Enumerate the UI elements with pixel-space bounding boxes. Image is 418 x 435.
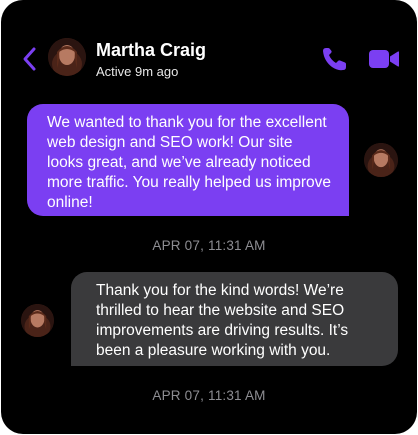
active-status: Active 9m ago <box>96 64 179 79</box>
chat-screen: Martha Craig Active 9m ago We wanted to … <box>1 0 417 434</box>
video-camera-icon <box>369 50 399 68</box>
chevron-left-icon <box>23 47 36 71</box>
avatar <box>364 143 398 177</box>
phone-icon <box>323 48 346 71</box>
video-call-button[interactable] <box>368 48 400 70</box>
outgoing-message-bubble[interactable]: We wanted to thank you for the excellent… <box>27 104 349 216</box>
message-timestamp: APR 07, 11:31 AM <box>152 388 266 403</box>
avatar <box>21 304 54 337</box>
contact-name: Martha Craig <box>96 40 207 60</box>
avatar[interactable] <box>48 38 86 76</box>
call-button[interactable] <box>320 46 348 72</box>
chat-header: Martha Craig Active 9m ago <box>1 0 417 90</box>
back-button[interactable] <box>19 44 41 74</box>
incoming-message-bubble[interactable]: Thank you for the kind words! We’re thri… <box>71 272 398 366</box>
message-timestamp: APR 07, 11:31 AM <box>152 238 266 253</box>
